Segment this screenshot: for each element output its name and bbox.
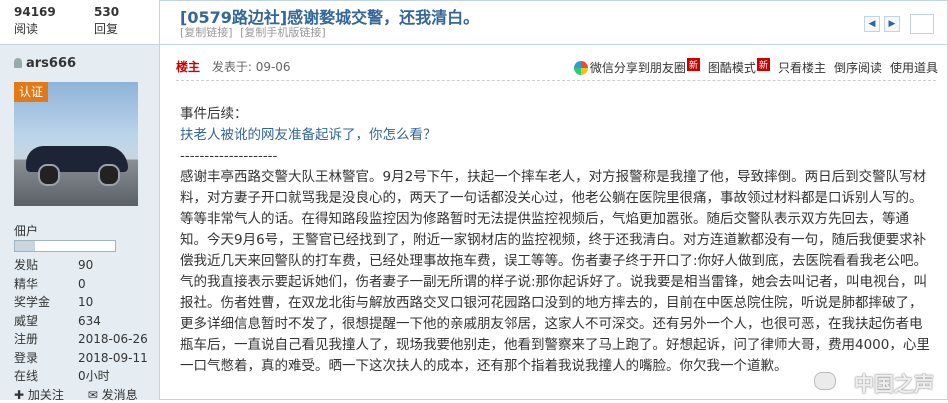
author-sidebar: 94169 阅读 530 回复 ars666 认证 佃户 发贴 90 精华 0 奖学金 1…	[0, 0, 160, 403]
copy-link[interactable]: [复制链接]	[180, 26, 233, 39]
author-name[interactable]: ars666	[26, 56, 76, 71]
views-stat: 94169 阅读	[14, 4, 56, 38]
post-time: 发表于: 09-06	[211, 60, 291, 74]
rank-progress-fill	[15, 241, 35, 251]
info-value: 0小时	[78, 369, 110, 383]
car-wheel	[38, 164, 60, 186]
info-key: 威望	[14, 313, 39, 328]
weibo-watermark-icon	[814, 372, 836, 390]
verified-badge: 认证	[14, 82, 48, 102]
replies-label: 回复	[94, 22, 119, 36]
meta-divider	[176, 80, 936, 81]
content-separator: --------------------	[180, 148, 278, 164]
info-value: 10	[78, 295, 94, 309]
author-info-row: 发贴 90	[14, 256, 148, 275]
reverse-read-link[interactable]: 倒序阅读	[834, 59, 882, 76]
floor-label: 楼主	[176, 60, 201, 74]
car-wheel	[98, 164, 120, 186]
post-meta: 楼主 发表于: 09-06	[176, 58, 291, 75]
info-value: 0	[78, 276, 86, 291]
views-count: 94169	[14, 5, 56, 19]
post-main: [0579路边社]感谢婺城交警，还我清白。 [复制链接] [复制手机版链接] ◀…	[160, 0, 948, 400]
author-info-row: 奖学金 10	[14, 293, 148, 312]
image-mode-label[interactable]: 图酷模式	[708, 61, 756, 75]
author-info-row: 在线 0小时	[14, 367, 148, 386]
info-key: 登录	[14, 350, 39, 365]
post-content: 事件后续： 扶老人被讹的网友准备起诉了，你怎么看？ --------------…	[180, 104, 932, 377]
info-key: 发贴	[14, 258, 39, 272]
user-rank: 佃户	[14, 224, 39, 238]
info-key: 注册	[14, 332, 39, 346]
info-value: 2018-06-26	[78, 332, 148, 346]
related-thread-link[interactable]: 扶老人被讹的网友准备起诉了，你怎么看？	[180, 125, 932, 146]
author-info-row: 登录 2018-09-11	[14, 349, 148, 368]
only-author-link[interactable]: 只看楼主	[778, 59, 826, 76]
author-info-row: 威望 634	[14, 312, 148, 331]
prev-thread-icon[interactable]: ◀	[864, 16, 880, 32]
thread-stats: 94169 阅读 530 回复	[0, 0, 159, 45]
watermark: 中国之声	[854, 372, 934, 396]
new-badge: 新	[686, 58, 700, 71]
wechat-share[interactable]: 微信分享到朋友圈新	[573, 58, 700, 76]
replies-stat: 530 回复	[94, 4, 119, 38]
author-name-row[interactable]: ars666	[14, 56, 76, 71]
replies-count: 530	[94, 5, 120, 19]
views-label: 阅读	[14, 22, 39, 36]
use-tool-link[interactable]: 使用道具	[890, 59, 938, 76]
user-icon	[14, 58, 22, 68]
content-body: 感谢丰亭西路交警大队王林警官。9月2号下午，扶起一个摔车老人，对方报警称是我撞了…	[180, 169, 930, 374]
author-info-row: 注册 2018-06-26	[14, 330, 148, 349]
wechat-icon	[573, 61, 588, 75]
info-value: 2018-09-11	[78, 350, 148, 365]
thread-sublinks: [复制链接] [复制手机版链接]	[180, 24, 330, 40]
wechat-share-label[interactable]: 微信分享到朋友圈	[590, 61, 686, 75]
content-line: 事件后续：	[180, 106, 248, 122]
author-info-list: 发贴 90 精华 0 奖学金 10 威望 634 注册 2018-06-26 登录 2018-09-1…	[14, 256, 148, 386]
collapse-box[interactable]	[910, 14, 934, 34]
next-thread-icon[interactable]: ▶	[884, 16, 900, 32]
info-value: 634	[78, 313, 101, 328]
copy-mobile-link[interactable]: [复制手机版链接]	[240, 26, 326, 39]
rank-progress-bar	[14, 240, 116, 252]
info-key: 精华	[14, 276, 39, 291]
info-key: 在线	[14, 369, 39, 383]
info-key: 奖学金	[14, 295, 51, 309]
post-actions: 微信分享到朋友圈新 图酷模式新 只看楼主 倒序阅读 使用道具	[573, 58, 938, 76]
new-badge: 新	[756, 58, 770, 71]
info-value: 90	[78, 258, 94, 272]
thread-header: [0579路边社]感谢婺城交警，还我清白。 [复制链接] [复制手机版链接] ◀…	[160, 0, 948, 45]
author-info-row: 精华 0	[14, 275, 148, 294]
image-mode[interactable]: 图酷模式新	[708, 58, 770, 76]
author-actions: ✚ 加关注 ✉ 发消息	[14, 386, 158, 403]
thread-nav: ◀ ▶	[864, 16, 900, 32]
